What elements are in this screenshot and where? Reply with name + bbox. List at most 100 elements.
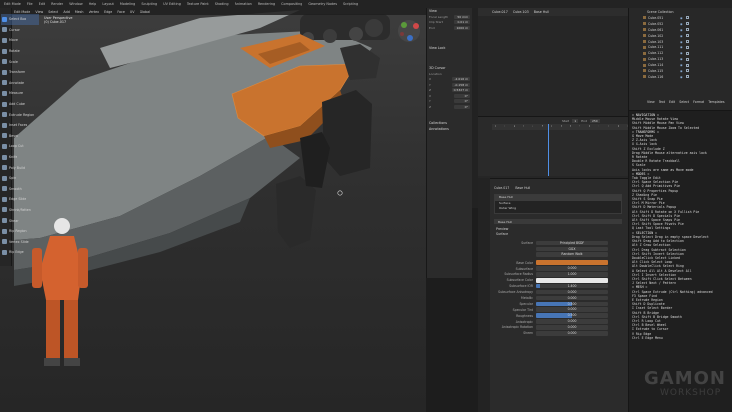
selectable-checkbox[interactable] <box>685 57 689 61</box>
bsdf-input-value[interactable]: 1.400 <box>536 283 608 289</box>
3d-viewport[interactable] <box>0 8 426 412</box>
selectable-checkbox[interactable] <box>685 45 689 49</box>
material-name-field[interactable]: Base Hull <box>494 219 622 224</box>
visibility-eye-icon[interactable]: ◉ <box>680 51 683 55</box>
tool-rip-edge[interactable]: Rip Edge <box>1 247 39 258</box>
viewport-menu-2[interactable]: Select <box>48 10 58 14</box>
npanel-row-value[interactable]: -0.158 m <box>452 82 470 87</box>
bsdf-input-value[interactable] <box>536 277 608 283</box>
distribution-dropdown[interactable]: GGX <box>536 246 608 252</box>
tool-rotate[interactable]: Rotate <box>1 46 39 57</box>
bsdf-input-value[interactable]: 0.500 <box>536 313 608 318</box>
bsdf-input-value[interactable]: 0.000 <box>536 325 608 330</box>
text-menu-item-3[interactable]: Select <box>679 100 689 104</box>
timeline-end-value[interactable]: 250 <box>589 119 600 123</box>
npanel-row-value[interactable]: 0° <box>454 104 470 109</box>
tool-vertex-slide[interactable]: Vertex Slide <box>1 236 39 247</box>
uv-header-item-0[interactable]: Cube.017 <box>492 10 508 14</box>
tool-transform[interactable]: Transform <box>1 67 39 78</box>
bsdf-input-value[interactable]: 0.500 <box>536 301 608 307</box>
visibility-eye-icon[interactable]: ◉ <box>680 16 683 20</box>
visibility-eye-icon[interactable]: ◉ <box>680 40 683 44</box>
npanel-row-value[interactable]: 1000 m <box>454 25 470 30</box>
tool-knife[interactable]: Knife <box>1 152 39 163</box>
viewport-menu-3[interactable]: Add <box>63 10 69 14</box>
menu-item-9[interactable]: UV Editing <box>163 2 181 6</box>
selectable-checkbox[interactable] <box>685 75 689 79</box>
selectable-checkbox[interactable] <box>685 40 689 43</box>
selectable-checkbox[interactable] <box>685 63 689 67</box>
tool-poly-build[interactable]: Poly Build <box>1 162 39 173</box>
material-slot-list[interactable]: Base Hull Surface Outer Wing <box>494 194 622 214</box>
menu-item-6[interactable]: Layout <box>102 2 114 6</box>
tool-measure[interactable]: Measure <box>1 88 39 99</box>
uv-header-item-2[interactable]: Base Hull <box>534 10 549 14</box>
timeline-ruler[interactable]: 0102030405060708090100110120130140 <box>492 124 628 130</box>
viewport-menu-8[interactable]: UV <box>130 10 135 14</box>
text-menu-item-5[interactable]: Templates <box>708 100 724 104</box>
selectable-checkbox[interactable] <box>685 28 689 32</box>
preview-panel-header[interactable]: Preview <box>496 227 628 231</box>
tool-bevel[interactable]: Bevel <box>1 131 39 142</box>
tool-spin[interactable]: Spin <box>1 173 39 184</box>
bsdf-input-value[interactable]: 0.000 <box>536 266 608 271</box>
tool-edge-slide[interactable]: Edge Slide <box>1 194 39 205</box>
npanel-section-view-lock[interactable]: View Lock <box>427 45 472 51</box>
selectable-checkbox[interactable] <box>685 69 689 73</box>
viewport-menu-7[interactable]: Face <box>117 10 124 14</box>
menu-item-15[interactable]: Geometry Nodes <box>308 2 337 6</box>
bsdf-input-value[interactable]: 0.000 <box>536 295 608 301</box>
viewport-menu-4[interactable]: Mesh <box>75 10 84 14</box>
text-menu-item-2[interactable]: Edit <box>669 100 675 104</box>
menu-item-11[interactable]: Shading <box>215 2 229 6</box>
menu-item-0[interactable]: Edit Mode <box>4 2 21 6</box>
npanel-row-value[interactable]: 50 mm <box>454 14 470 19</box>
text-editor[interactable]: = NAVIGATION = Middle Mouse Rotate View Sh… <box>628 110 732 412</box>
navigation-gizmo[interactable] <box>396 18 422 44</box>
bsdf-input-value[interactable]: 0.000 <box>536 331 608 336</box>
viewport-menu-6[interactable]: Edge <box>104 10 112 14</box>
menu-item-3[interactable]: Render <box>51 2 63 6</box>
npanel-section-annotations[interactable]: Annotations <box>427 126 472 132</box>
menu-item-8[interactable]: Sculpting <box>141 2 157 6</box>
viewport-menu-0[interactable]: Edit Mode <box>14 10 30 14</box>
npanel-row-value[interactable]: 0° <box>454 93 470 98</box>
visibility-eye-icon[interactable]: ◉ <box>680 75 683 79</box>
viewport-menu-1[interactable]: View <box>35 10 43 14</box>
timeline-start-value[interactable]: 1 <box>572 119 579 123</box>
text-menu-item-1[interactable]: Text <box>659 100 665 104</box>
visibility-eye-icon[interactable]: ◉ <box>680 28 683 32</box>
selectable-checkbox[interactable] <box>685 16 689 20</box>
tool-move[interactable]: Move <box>1 35 39 46</box>
bsdf-input-value[interactable] <box>536 260 608 265</box>
visibility-eye-icon[interactable]: ◉ <box>680 45 683 49</box>
tool-smooth[interactable]: Smooth <box>1 184 39 195</box>
surface-panel-header[interactable]: Surface <box>496 232 628 236</box>
timeline-playhead[interactable] <box>548 124 549 176</box>
visibility-eye-icon[interactable]: ◉ <box>680 34 683 38</box>
menu-item-13[interactable]: Rendering <box>258 2 275 6</box>
visibility-eye-icon[interactable]: ◉ <box>680 63 683 67</box>
menu-item-14[interactable]: Compositing <box>281 2 302 6</box>
visibility-eye-icon[interactable]: ◉ <box>680 22 683 26</box>
bsdf-input-value[interactable]: 0.000 <box>536 289 608 295</box>
shader-dropdown[interactable]: Principled BSDF <box>536 240 608 246</box>
npanel-row-value[interactable]: 0° <box>454 99 470 104</box>
tool-scale[interactable]: Scale <box>1 56 39 67</box>
tool-inset-faces[interactable]: Inset Faces <box>1 120 39 131</box>
material-slot-item[interactable]: Outer Wing <box>495 206 621 212</box>
text-menu-item-0[interactable]: View <box>647 100 655 104</box>
tool-extrude-region[interactable]: Extrude Region <box>1 109 39 120</box>
menu-item-7[interactable]: Modeling <box>120 2 135 6</box>
tool-shrink-fatten[interactable]: Shrink/Fatten <box>1 205 39 216</box>
selectable-checkbox[interactable] <box>685 22 689 26</box>
tool-annotate[interactable]: Annotate <box>1 78 39 89</box>
npanel-row-value[interactable]: -2.016 m <box>452 77 470 82</box>
visibility-eye-icon[interactable]: ◉ <box>680 69 683 73</box>
viewport-menu-9[interactable]: Global <box>140 10 151 14</box>
menu-item-5[interactable]: Help <box>89 2 97 6</box>
selectable-checkbox[interactable] <box>685 34 689 38</box>
menu-item-2[interactable]: Edit <box>39 2 46 6</box>
menu-item-12[interactable]: Animation <box>235 2 252 6</box>
outliner-item[interactable]: Cube.116 ◉ <box>629 74 732 80</box>
